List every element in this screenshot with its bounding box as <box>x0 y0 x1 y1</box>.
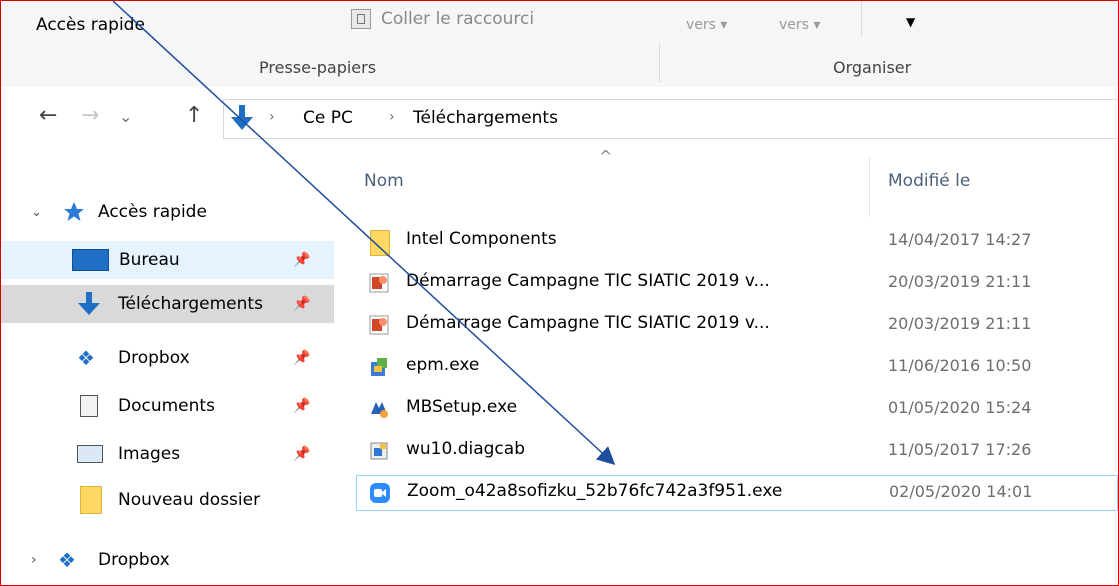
clipboard-group-label: Presse-papiers <box>259 58 377 77</box>
file-row[interactable]: MBSetup.exe 01/05/2020 15:24 <box>356 392 1118 426</box>
nav-item-new-folder[interactable]: Nouveau dossier <box>1 481 334 519</box>
nav-item-label: Nouveau dossier <box>118 490 261 510</box>
dropbox-icon: ❖ <box>77 346 95 370</box>
file-name: Zoom_o42a8sofizku_52b76fc742a3f951.exe <box>407 481 783 501</box>
dropdown-caret-icon[interactable]: ▼ <box>906 15 915 29</box>
file-name: Démarrage Campagne TIC SIATIC 2019 v... <box>406 313 770 333</box>
sort-ascending-icon: ^ <box>599 147 613 166</box>
file-row[interactable]: Démarrage Campagne TIC SIATIC 2019 v... … <box>356 308 1118 342</box>
navigation-pane: ⌄ Accès rapide Bureau 📌 Téléchargements … <box>1 145 334 585</box>
file-name: MBSetup.exe <box>406 397 518 417</box>
file-date: 20/03/2019 21:11 <box>888 272 1032 291</box>
pin-icon: 📌 <box>293 398 311 414</box>
column-header-name[interactable]: Nom <box>364 171 404 191</box>
documents-icon <box>80 395 98 417</box>
nav-item-downloads[interactable]: Téléchargements 📌 <box>1 285 334 323</box>
file-row[interactable]: wu10.diagcab 11/05/2017 17:26 <box>356 434 1118 468</box>
file-row[interactable]: Intel Components 14/04/2017 14:27 <box>356 224 1118 258</box>
desktop-icon <box>72 249 109 271</box>
move-to-button[interactable]: vers ▾ <box>686 17 727 33</box>
file-name: wu10.diagcab <box>406 439 525 459</box>
paste-shortcut-icon <box>351 9 371 29</box>
file-date: 11/06/2016 10:50 <box>888 356 1032 375</box>
nav-dropbox-root[interactable]: › ❖ Dropbox <box>1 541 334 579</box>
recent-locations-button[interactable]: ⌄ <box>119 107 132 126</box>
back-button[interactable]: ← <box>39 103 57 128</box>
organize-group-label: Organiser <box>833 58 912 77</box>
file-name: Démarrage Campagne TIC SIATIC 2019 v... <box>406 271 770 291</box>
address-row: ← → ⌄ ↑ › Ce PC › Téléchargements <box>1 87 1118 145</box>
zoom-icon <box>370 483 390 503</box>
expand-chevron-icon[interactable]: ⌄ <box>31 205 42 220</box>
explorer-window: Accès rapide Coller le raccourci vers ▾ … <box>0 0 1119 586</box>
file-date: 14/04/2017 14:27 <box>888 230 1032 249</box>
expand-chevron-icon[interactable]: › <box>31 552 37 568</box>
powerpoint-icon <box>369 315 389 335</box>
pin-icon: 📌 <box>293 252 311 268</box>
file-name: epm.exe <box>406 355 480 375</box>
star-icon <box>64 202 84 221</box>
nav-item-pictures[interactable]: Images 📌 <box>1 435 334 473</box>
paste-shortcut-label: Coller le raccourci <box>381 9 535 29</box>
breadcrumb-this-pc[interactable]: Ce PC <box>303 108 353 128</box>
nav-item-label: Images <box>118 444 181 464</box>
file-row-selected[interactable]: Zoom_o42a8sofizku_52b76fc742a3f951.exe 0… <box>356 475 1118 511</box>
downloads-icon <box>78 292 100 315</box>
file-date: 01/05/2020 15:24 <box>888 398 1032 417</box>
paste-shortcut-button[interactable]: Coller le raccourci <box>351 9 534 29</box>
pin-icon: 📌 <box>293 350 311 366</box>
forward-button[interactable]: → <box>81 103 99 128</box>
folder-icon <box>370 230 390 256</box>
downloads-location-icon <box>231 105 253 130</box>
ribbon-divider <box>659 43 660 83</box>
copy-to-button[interactable]: vers ▾ <box>779 17 820 33</box>
nav-item-label: Dropbox <box>118 348 190 368</box>
nav-item-desktop[interactable]: Bureau 📌 <box>1 241 334 279</box>
breadcrumb-separator[interactable]: › <box>389 109 395 125</box>
nav-item-documents[interactable]: Documents 📌 <box>1 387 334 425</box>
nav-item-dropbox[interactable]: ❖ Dropbox 📌 <box>1 339 334 377</box>
address-bar[interactable] <box>223 99 1118 139</box>
ribbon: Accès rapide Coller le raccourci vers ▾ … <box>1 1 1118 88</box>
file-name: Intel Components <box>406 229 557 249</box>
pictures-icon <box>77 445 103 463</box>
file-date: 11/05/2017 17:26 <box>888 440 1032 459</box>
powerpoint-icon <box>369 273 389 293</box>
file-list: ^ Nom Modifié le Intel Components 14/04/… <box>334 145 1118 585</box>
dropbox-icon: ❖ <box>58 548 76 572</box>
nav-item-label: Dropbox <box>98 550 170 570</box>
nav-quick-access[interactable]: ⌄ Accès rapide <box>1 193 334 231</box>
diagcab-icon <box>370 442 388 460</box>
nav-item-label: Accès rapide <box>98 202 207 222</box>
pin-icon: 📌 <box>293 446 311 462</box>
column-header-modified[interactable]: Modifié le <box>888 171 970 191</box>
pin-icon: 📌 <box>293 296 311 312</box>
up-button[interactable]: ↑ <box>185 103 203 128</box>
nav-item-label: Bureau <box>119 250 180 270</box>
file-row[interactable]: Démarrage Campagne TIC SIATIC 2019 v... … <box>356 266 1118 300</box>
pin-to-quick-access-button[interactable]: Accès rapide <box>36 15 145 35</box>
setup-icon <box>371 402 388 418</box>
folder-icon <box>80 486 102 514</box>
file-date: 02/05/2020 14:01 <box>889 482 1033 501</box>
file-row[interactable]: epm.exe 11/06/2016 10:50 <box>356 350 1118 384</box>
installer-icon <box>371 358 387 376</box>
nav-item-label: Documents <box>118 396 215 416</box>
file-date: 20/03/2019 21:11 <box>888 314 1032 333</box>
nav-item-label: Téléchargements <box>118 294 263 314</box>
ribbon-divider <box>861 1 862 37</box>
breadcrumb-downloads[interactable]: Téléchargements <box>413 108 558 128</box>
breadcrumb-separator[interactable]: › <box>269 109 275 125</box>
column-divider[interactable] <box>869 157 870 217</box>
